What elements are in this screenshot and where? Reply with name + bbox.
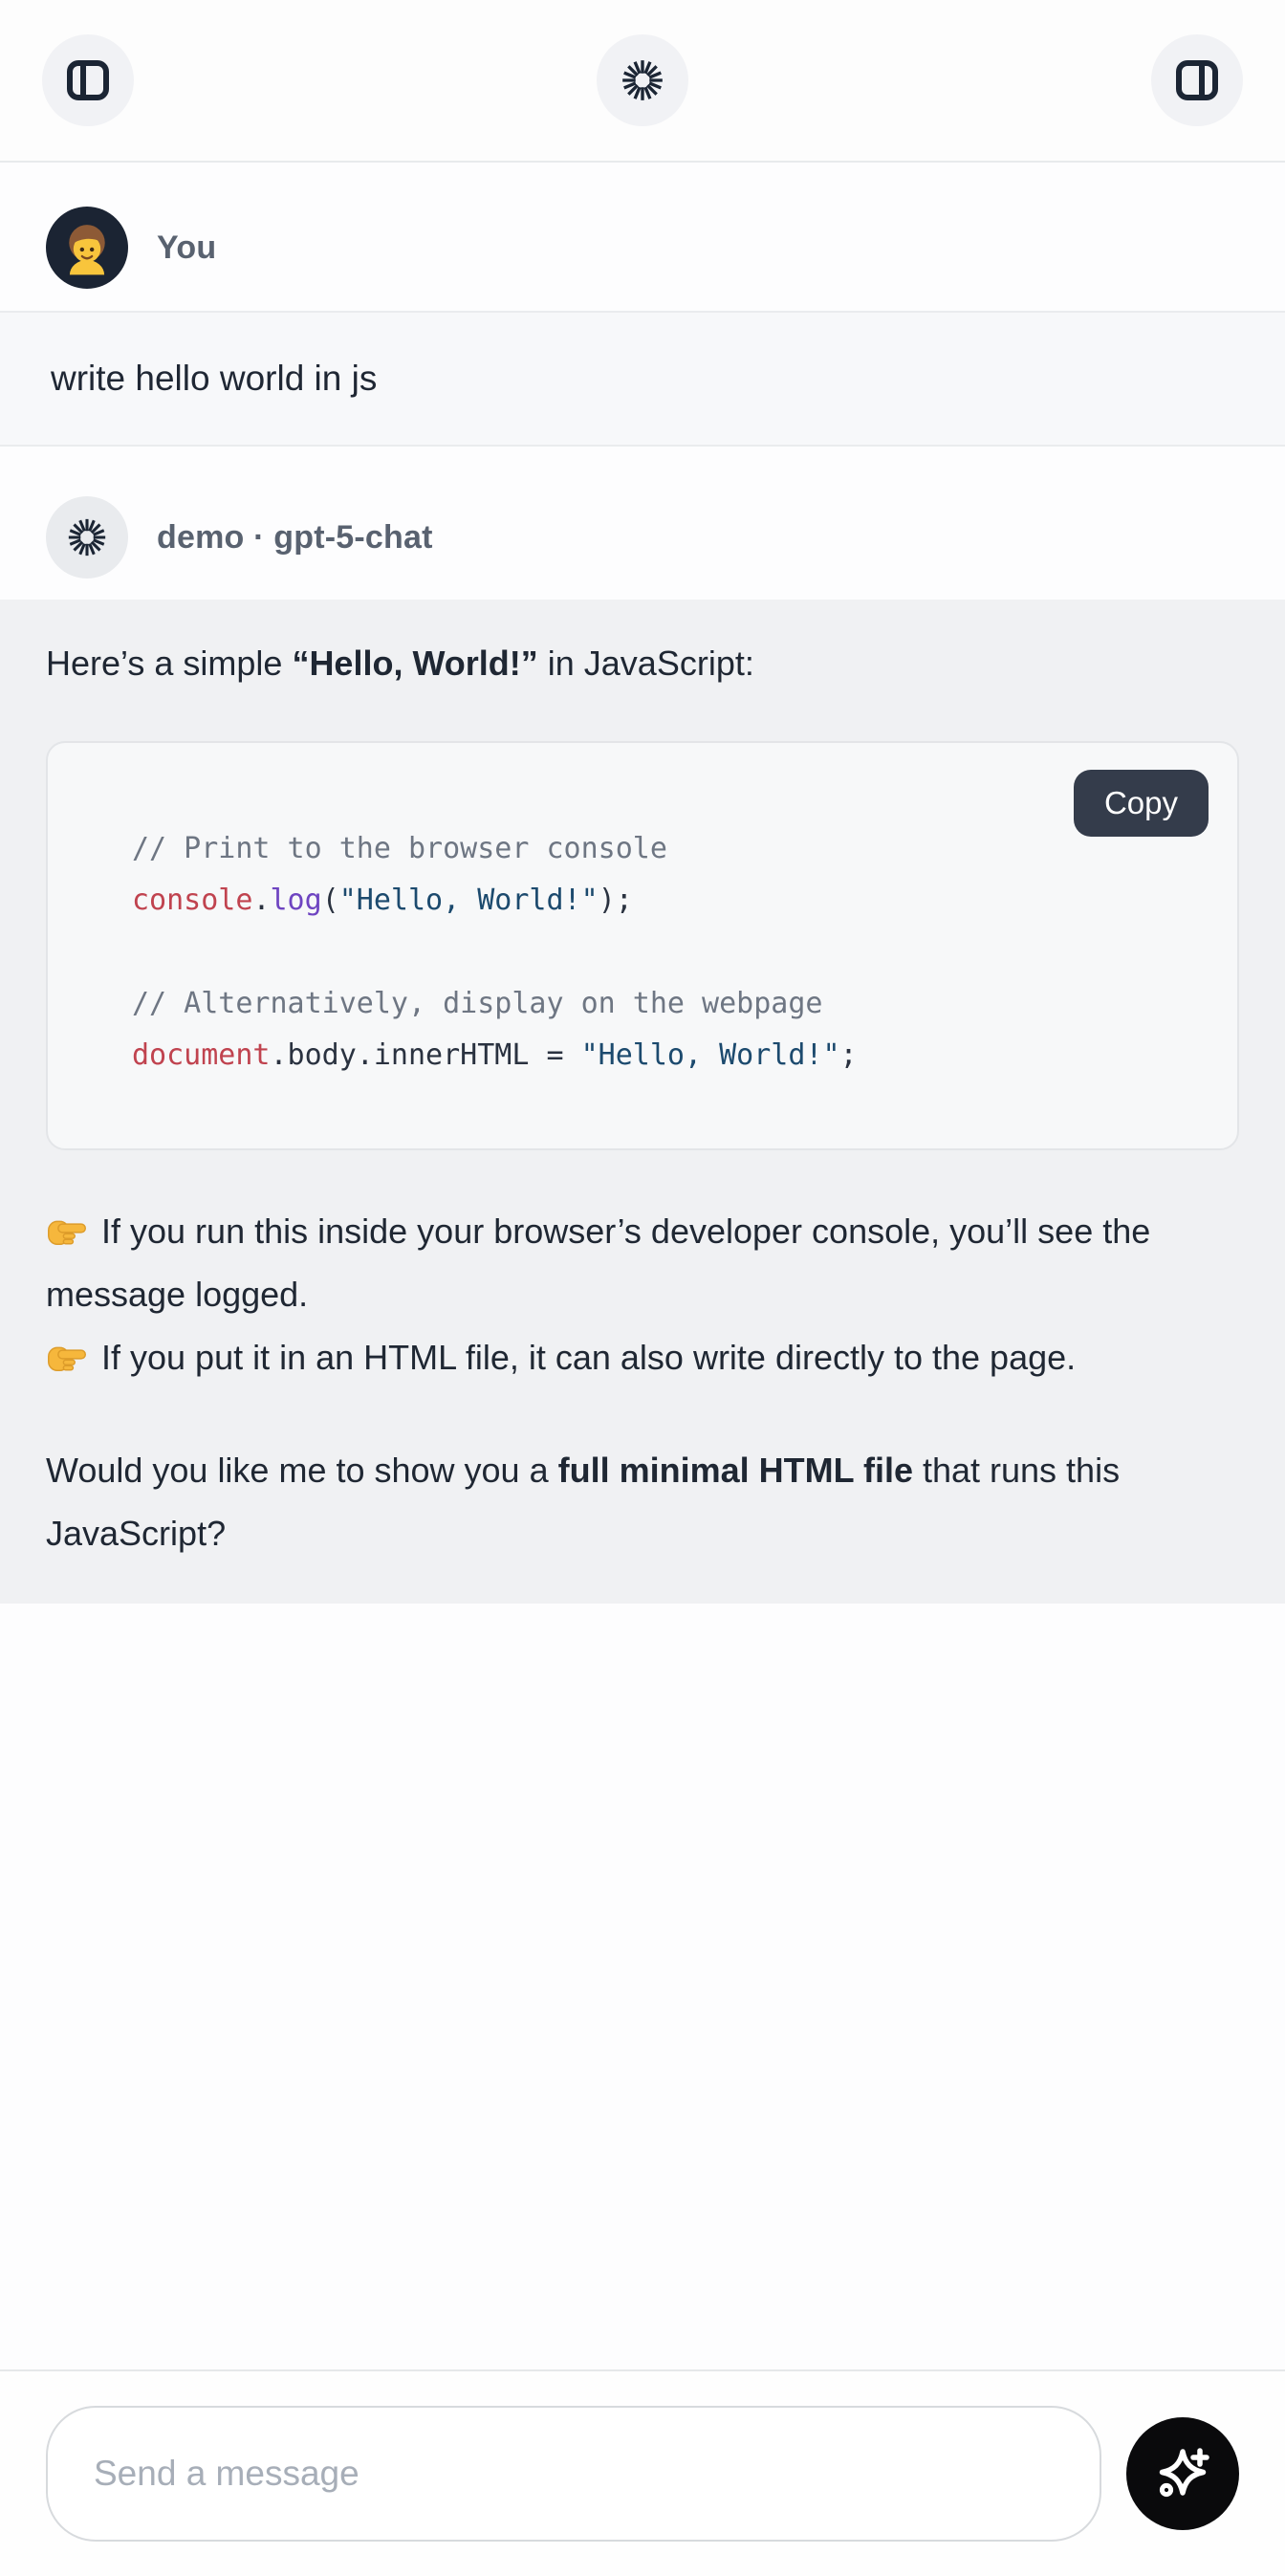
toggle-left-sidebar-button[interactable] [42, 34, 134, 126]
model-button[interactable] [597, 34, 688, 126]
code-token: .body.innerHTML = [271, 1038, 581, 1072]
toggle-right-panel-button[interactable] [1151, 34, 1243, 126]
code-token: // Print to the browser console [132, 832, 667, 865]
person-emoji [57, 218, 117, 277]
send-button[interactable] [1126, 2417, 1239, 2530]
sender-name: You [157, 229, 216, 267]
composer-bar [0, 2369, 1285, 2576]
code-line: // Print to the browser console [132, 823, 1209, 875]
code-line [132, 927, 1209, 978]
code-token: ( [322, 884, 339, 917]
top-bar [0, 0, 1285, 163]
text-segment: Here’s a simple [46, 644, 292, 683]
starburst-icon [619, 56, 666, 104]
text-segment: full minimal HTML file [558, 1451, 913, 1490]
avatar [46, 496, 128, 579]
assistant-tips-text: If you run this inside your browser’s de… [46, 1200, 1239, 1389]
code-line: // Alternatively, display on the webpage [132, 978, 1209, 1030]
code-line: document.body.innerHTML = "Hello, World!… [132, 1030, 1209, 1081]
avatar [46, 207, 128, 289]
sparkles-icon [1152, 2443, 1213, 2504]
pointing-right-emoji [46, 1213, 88, 1249]
code-content: // Print to the browser console console.l… [48, 743, 1237, 1148]
chat-page: You write hello world in js demo · gpt-5… [0, 0, 1285, 2576]
code-token: console [132, 884, 252, 917]
panel-right-icon [1172, 55, 1222, 105]
text-segment: If you run this inside your browser’s de… [46, 1212, 1150, 1314]
assistant-intro-text: Here’s a simple “Hello, World!” in JavaS… [46, 632, 1239, 695]
text-segment: Would you like me to show you a [46, 1451, 558, 1490]
assistant-message-panel: Here’s a simple “Hello, World!” in JavaS… [0, 600, 1285, 1604]
text-segment: “Hello, World!” [292, 644, 537, 683]
code-token: ); [599, 884, 633, 917]
user-sender-row: You [46, 207, 1239, 289]
message-input[interactable] [46, 2406, 1101, 2542]
code-token: document [132, 1038, 271, 1072]
code-token: log [271, 884, 322, 917]
code-token: "Hello, World!" [581, 1038, 840, 1072]
code-token: // Alternatively, display on the webpage [132, 987, 822, 1020]
code-token: ; [840, 1038, 858, 1072]
panel-left-icon [63, 55, 113, 105]
assistant-question-text: Would you like me to show you a full min… [46, 1439, 1239, 1565]
user-message-text: write hello world in js [0, 311, 1285, 447]
text-segment: in JavaScript: [538, 644, 754, 683]
starburst-icon [65, 515, 109, 559]
pointing-right-emoji [46, 1340, 88, 1375]
code-block: Copy // Print to the browser console cons… [46, 741, 1239, 1150]
assistant-sender-row: demo · gpt-5-chat [46, 496, 1239, 579]
text-segment: If you put it in an HTML file, it can al… [92, 1338, 1076, 1377]
code-token: . [252, 884, 270, 917]
code-token: "Hello, World!" [339, 884, 599, 917]
copy-code-button[interactable]: Copy [1074, 770, 1209, 837]
sender-name: demo · gpt-5-chat [157, 519, 433, 557]
code-line: console.log("Hello, World!"); [132, 875, 1209, 927]
